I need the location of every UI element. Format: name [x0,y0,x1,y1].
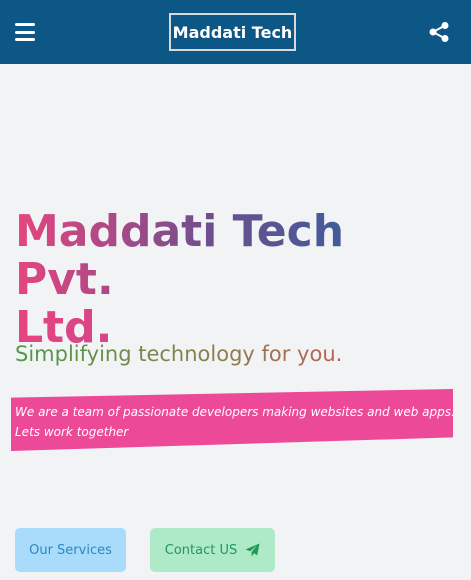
intro-banner-line2: Lets work together [15,425,129,439]
contact-us-button[interactable]: Contact US [150,528,275,572]
our-services-label: Our Services [29,542,112,558]
hero-title-line1: Maddati Tech Pvt. [15,206,345,305]
top-navigation-bar: Maddati Tech [0,0,471,64]
intro-banner-text: We are a team of passionate developers m… [15,402,460,442]
brand-logo[interactable]: Maddati Tech [169,13,296,51]
contact-us-label: Contact US [164,542,238,558]
share-icon[interactable] [428,21,450,43]
intro-banner-line1: We are a team of passionate developers m… [15,405,455,419]
paper-plane-icon [245,543,260,557]
hero-title: Maddati Tech Pvt. Ltd. [15,208,455,352]
hero-tagline: Simplifying technology for you. [15,340,375,368]
hamburger-menu-icon[interactable] [13,20,37,44]
our-services-button[interactable]: Our Services [15,528,126,572]
